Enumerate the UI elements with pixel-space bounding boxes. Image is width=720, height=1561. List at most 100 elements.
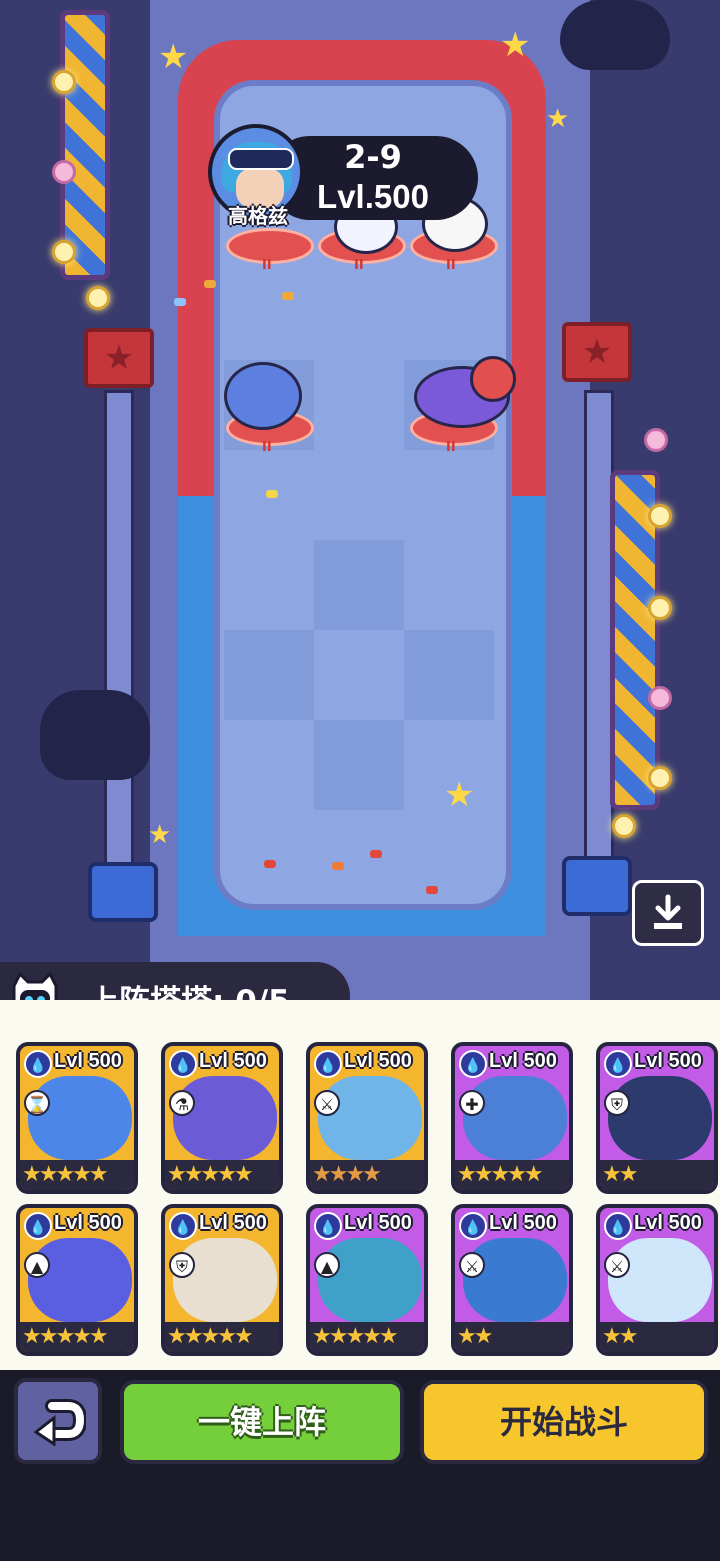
- confetti: [282, 292, 294, 300]
- light-bulb: [648, 686, 672, 710]
- star-decoration: ★: [444, 775, 475, 815]
- tower-portrait: [608, 1238, 712, 1322]
- tower-card[interactable]: 💧 Lvl 500 ⌛ ★★★★★: [16, 1042, 138, 1194]
- spot-rank-mark: II: [446, 258, 456, 273]
- tower-portrait: [608, 1076, 712, 1160]
- tower-card[interactable]: 💧 Lvl 500 ⚗ ★★★★★: [161, 1042, 283, 1194]
- tower-portrait: [318, 1238, 422, 1322]
- card-level: Lvl 500: [344, 1050, 412, 1072]
- tower-card[interactable]: 💧 Lvl 500 ▲ ★★★★★: [306, 1204, 428, 1356]
- spotlight-top-right: [560, 0, 670, 70]
- tower-card[interactable]: 💧 Lvl 500 ⛨ ★★: [596, 1042, 718, 1194]
- boot-icon: ▲: [314, 1252, 340, 1278]
- sword-icon: ⚔: [604, 1252, 630, 1278]
- star-decoration: ★: [500, 25, 531, 65]
- star-rating: ★★: [600, 1160, 714, 1190]
- enemy-unit[interactable]: [224, 362, 302, 430]
- star-rating: ★★: [600, 1322, 714, 1352]
- sword-icon: ⚔: [459, 1252, 485, 1278]
- water-drop-icon: 💧: [459, 1050, 487, 1078]
- water-drop-icon: 💧: [169, 1050, 197, 1078]
- card-level: Lvl 500: [634, 1050, 702, 1072]
- card-level: Lvl 500: [344, 1212, 412, 1234]
- star-rating: ★★★★★: [165, 1160, 279, 1190]
- water-drop-icon: 💧: [314, 1050, 342, 1078]
- tower-card[interactable]: 💧 Lvl 500 ⚔ ★★: [451, 1204, 573, 1356]
- star-rating: ★★★★: [310, 1160, 424, 1190]
- tower-portrait: [173, 1238, 277, 1322]
- sword-icon: ⚔: [314, 1090, 340, 1116]
- water-drop-icon: 💧: [459, 1212, 487, 1240]
- shield-icon: ⛨: [169, 1252, 195, 1278]
- star-post-right: ★: [562, 322, 632, 382]
- stage-badge: 2-9 Lvl.500 高格兹: [208, 124, 478, 228]
- grid-tile: [314, 720, 404, 810]
- boot-icon: ▲: [24, 1252, 50, 1278]
- card-level: Lvl 500: [199, 1212, 267, 1234]
- flask-icon: ⚗: [169, 1090, 195, 1116]
- hourglass-icon: ⌛: [24, 1090, 50, 1116]
- water-drop-icon: 💧: [24, 1050, 52, 1078]
- plus-icon: ✚: [459, 1090, 485, 1116]
- start-battle-button[interactable]: 开始战斗: [420, 1380, 708, 1464]
- star-decoration: ★: [148, 820, 172, 850]
- grid-tile: [224, 630, 314, 720]
- water-drop-icon: 💧: [604, 1212, 632, 1240]
- download-button[interactable]: [632, 880, 704, 946]
- grid-tile: [404, 630, 494, 720]
- back-button[interactable]: [14, 1378, 102, 1464]
- auto-deploy-button[interactable]: 一键上阵: [120, 1380, 404, 1464]
- confetti: [370, 850, 382, 858]
- bottom-action-bar: 一键上阵 开始战斗: [0, 1370, 720, 1561]
- light-bulb: [52, 70, 76, 94]
- star-rating: ★★: [455, 1322, 569, 1352]
- star-rating: ★★★★★: [310, 1322, 424, 1352]
- light-bulb: [52, 240, 76, 264]
- player-name: 高格兹: [228, 204, 288, 228]
- spot-rank-mark: II: [446, 440, 456, 455]
- light-bulb: [648, 766, 672, 790]
- card-level: Lvl 500: [199, 1050, 267, 1072]
- star-rating: ★★★★★: [455, 1160, 569, 1190]
- tower-card[interactable]: 💧 Lvl 500 ▲ ★★★★★: [16, 1204, 138, 1356]
- spot-rank-mark: II: [262, 258, 272, 273]
- tower-portrait: [463, 1238, 567, 1322]
- grid-tile: [314, 540, 404, 630]
- light-bulb: [644, 428, 668, 452]
- confetti: [332, 862, 344, 870]
- star-post-left: ★: [84, 328, 154, 388]
- cat-block-left: [88, 862, 158, 922]
- light-bulb: [648, 504, 672, 528]
- star-rating: ★★★★★: [20, 1322, 134, 1352]
- card-level: Lvl 500: [489, 1212, 557, 1234]
- back-arrow-icon: [33, 1399, 86, 1446]
- water-drop-icon: 💧: [314, 1212, 342, 1240]
- tower-portrait: [173, 1076, 277, 1160]
- cat-block-right: [562, 856, 632, 916]
- tower-card[interactable]: 💧 Lvl 500 ⚔ ★★: [596, 1204, 718, 1356]
- spot-rank-mark: II: [262, 440, 272, 455]
- tower-portrait: [463, 1076, 567, 1160]
- water-drop-icon: 💧: [604, 1050, 632, 1078]
- battle-arena: ★ ★ ★ ★ ★ ★ ★ II II II II II 2-9 Lvl.500…: [0, 0, 720, 1000]
- star-rating: ★★★★★: [20, 1160, 134, 1190]
- stage-number: 2-9: [344, 138, 402, 176]
- star-decoration: ★: [546, 104, 570, 134]
- star-decoration: ★: [158, 37, 189, 77]
- enemy-unit-tail: [470, 356, 516, 402]
- confetti: [204, 280, 216, 288]
- banner-left: [60, 10, 110, 280]
- confetti: [264, 860, 276, 868]
- shield-icon: ⛨: [604, 1090, 630, 1116]
- light-bulb: [612, 814, 636, 838]
- tower-card[interactable]: 💧 Lvl 500 ⚔ ★★★★: [306, 1042, 428, 1194]
- spotlight-bottom-left: [40, 690, 150, 780]
- confetti: [266, 490, 278, 498]
- spot-rank-mark: II: [354, 258, 364, 273]
- pillar-left: [104, 390, 134, 866]
- tower-card[interactable]: 💧 Lvl 500 ⛨ ★★★★★: [161, 1204, 283, 1356]
- tower-portrait: [318, 1076, 422, 1160]
- light-bulb: [52, 160, 76, 184]
- tower-card[interactable]: 💧 Lvl 500 ✚ ★★★★★: [451, 1042, 573, 1194]
- light-bulb: [86, 286, 110, 310]
